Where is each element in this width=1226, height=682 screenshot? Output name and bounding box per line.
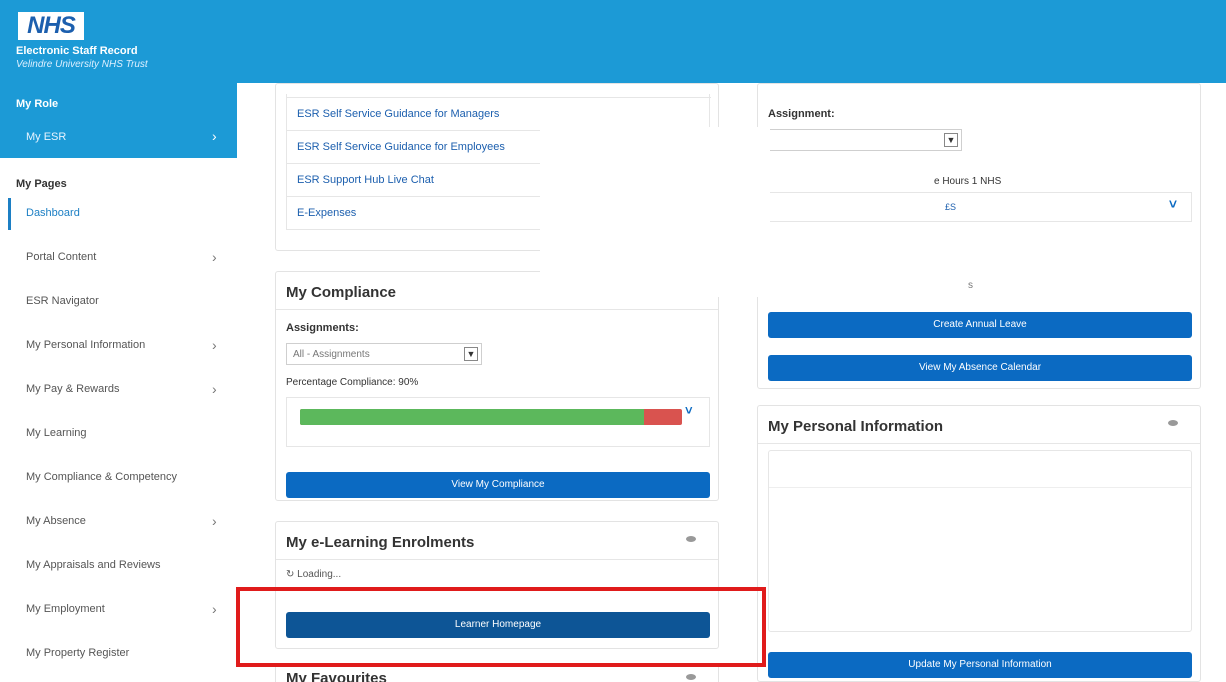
role-block: My Role My ESR ›	[0, 83, 237, 158]
assignments-select[interactable]: All - Assignments ▼	[286, 343, 482, 365]
select-value: All - Assignments	[293, 349, 370, 360]
link-guidance-managers[interactable]: ESR Self Service Guidance for Managers	[287, 97, 711, 130]
chevron-down-icon: ▼	[464, 347, 478, 361]
app-title: Electronic Staff Record	[16, 45, 138, 57]
sidebar-item-label: My Appraisals and Reviews	[26, 559, 161, 571]
chevron-right-icon: ›	[212, 381, 217, 397]
loading-row: ↻ Loading...	[286, 569, 341, 580]
chevron-down-icon[interactable]: ˅	[685, 403, 693, 418]
view-absence-calendar-button[interactable]: View My Absence Calendar	[768, 355, 1192, 381]
partial-text: s	[968, 280, 973, 291]
sidebar-item-label: My Compliance & Competency	[26, 471, 178, 483]
compliance-progress-fill	[300, 409, 644, 425]
personal-info-content	[768, 450, 1192, 632]
sidebar-item-label: My Property Register	[26, 647, 130, 659]
sidebar-item-my-esr[interactable]: My ESR ›	[0, 117, 237, 151]
leave-balance-row[interactable]: £S ˅	[768, 192, 1192, 222]
spinner-icon: ↻	[286, 569, 295, 580]
personal-info-header: My Personal Information	[758, 406, 1200, 444]
sidebar-item-label: My Learning	[26, 427, 87, 439]
sidebar-item-compliance[interactable]: My Compliance & Competency	[0, 459, 237, 497]
sidebar-item-pay-rewards[interactable]: My Pay & Rewards ›	[0, 371, 237, 409]
loading-text: Loading...	[297, 569, 342, 580]
panel-title: My e-Learning Enrolments	[286, 534, 475, 551]
chevron-right-icon: ›	[212, 249, 217, 265]
absence-panel: Assignment: ▼ e Hours 1 NHS £S ˅ s Creat…	[757, 83, 1201, 389]
compliance-panel: My Compliance Assignments: All - Assignm…	[275, 271, 719, 501]
pages-title: My Pages	[16, 178, 67, 190]
nhs-logo: NHS	[18, 12, 84, 40]
eye-icon[interactable]	[686, 536, 696, 542]
trust-name: Velindre University NHS Trust	[16, 59, 148, 70]
eye-icon[interactable]	[686, 674, 696, 680]
sidebar-item-portal-content[interactable]: Portal Content ›	[0, 239, 237, 277]
sidebar-item-appraisals[interactable]: My Appraisals and Reviews	[0, 547, 237, 585]
view-compliance-button[interactable]: View My Compliance	[286, 472, 710, 498]
chevron-right-icon: ›	[212, 128, 217, 144]
hours-text: e Hours 1 NHS	[934, 176, 1002, 187]
elearning-header: My e-Learning Enrolments	[276, 522, 718, 560]
sidebar: My Role My ESR › My Pages Dashboard Port…	[0, 83, 237, 682]
active-indicator	[8, 198, 11, 230]
panel-title: My Personal Information	[768, 418, 944, 435]
sidebar-item-label: Dashboard	[26, 207, 80, 219]
sidebar-item-label: My Absence	[26, 515, 86, 527]
assignment-label: Assignment:	[768, 108, 835, 120]
sidebar-item-label: Portal Content	[26, 251, 97, 263]
sidebar-item-dashboard[interactable]: Dashboard	[0, 195, 237, 233]
eye-icon[interactable]	[1168, 420, 1178, 426]
compliance-bar-box: ˅	[286, 397, 710, 447]
chevron-right-icon: ›	[212, 601, 217, 617]
assignments-label: Assignments:	[286, 322, 359, 334]
link-label: ESR Self Service Guidance for Employees	[297, 141, 505, 153]
assignment-select[interactable]: ▼	[768, 129, 962, 151]
sidebar-item-label: ESR Navigator	[26, 295, 99, 307]
panel-title: My Favourites	[286, 670, 387, 682]
sidebar-item-label: My Employment	[26, 603, 105, 615]
top-header: NHS Electronic Staff Record Velindre Uni…	[0, 0, 1226, 83]
percentage-label: Percentage Compliance: 90%	[286, 377, 419, 388]
sidebar-item-personal-information[interactable]: My Personal Information ›	[0, 327, 237, 365]
link-label: E-Expenses	[297, 207, 357, 219]
chevron-down-icon: ▼	[944, 133, 958, 147]
sidebar-item-label: My Pay & Rewards	[26, 383, 120, 395]
red-highlight-box	[236, 587, 766, 667]
sidebar-item-label: My Personal Information	[26, 339, 146, 351]
divider	[769, 487, 1191, 488]
sidebar-item-employment[interactable]: My Employment ›	[0, 591, 237, 629]
chevron-right-icon: ›	[212, 513, 217, 529]
role-title: My Role	[16, 98, 59, 110]
panel-title: My Compliance	[286, 284, 397, 301]
sidebar-item-esr-navigator[interactable]: ESR Navigator	[0, 283, 237, 321]
update-personal-info-button[interactable]: Update My Personal Information	[768, 652, 1192, 678]
sidebar-item-label: My ESR	[26, 131, 67, 143]
chevron-down-icon: ˅	[1168, 196, 1177, 212]
personal-info-panel: My Personal Information Update My Person…	[757, 405, 1201, 682]
occluding-overlay	[540, 127, 770, 297]
create-annual-leave-button[interactable]: Create Annual Leave	[768, 312, 1192, 338]
sidebar-item-absence[interactable]: My Absence ›	[0, 503, 237, 541]
link-label: ESR Self Service Guidance for Managers	[297, 108, 500, 120]
balance-value: £S	[945, 202, 957, 212]
compliance-progress-bar	[300, 409, 682, 425]
link-label: ESR Support Hub Live Chat	[297, 174, 434, 186]
sidebar-item-property-register[interactable]: My Property Register	[0, 635, 237, 673]
chevron-right-icon: ›	[212, 337, 217, 353]
sidebar-item-learning[interactable]: My Learning	[0, 415, 237, 453]
